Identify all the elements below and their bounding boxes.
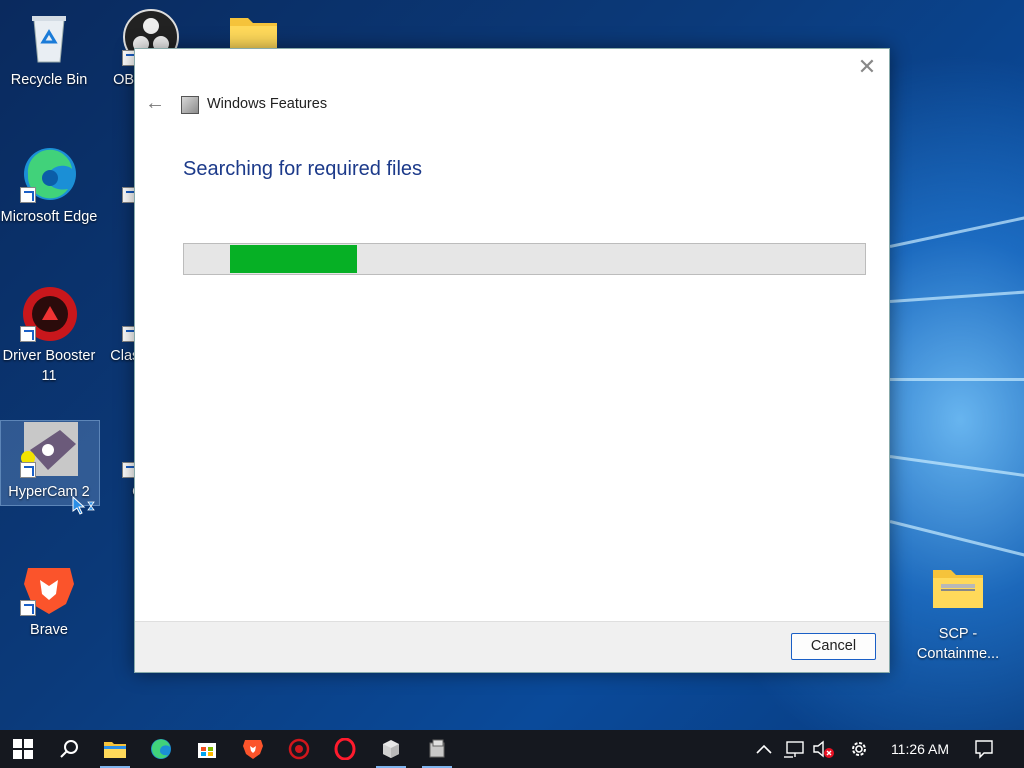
busy-cursor-icon	[72, 496, 95, 515]
search-icon	[60, 740, 78, 758]
desktop-icon-brave[interactable]: Brave	[0, 558, 98, 640]
gear-icon	[852, 742, 866, 756]
microsoft-store-icon	[198, 743, 216, 758]
brave-icon	[243, 740, 263, 759]
chevron-up-icon	[756, 744, 772, 754]
taskbar-cube-app[interactable]	[368, 730, 414, 768]
wallpaper-beam	[890, 378, 1024, 381]
back-arrow-icon[interactable]: ←	[145, 93, 165, 113]
shortcut-arrow-icon	[20, 462, 36, 478]
wallpaper-beam	[889, 215, 1024, 248]
taskbar: 11:26 AM	[0, 730, 1024, 768]
desktop-icon-label: Microsoft Edge	[0, 209, 98, 225]
dialog-footer: Cancel	[135, 621, 889, 672]
edge-icon	[20, 145, 78, 203]
desktop-icon-label: Brave	[30, 622, 68, 638]
windows-logo-icon	[13, 739, 33, 759]
desktop-icon-label: Driver Booster 11	[2, 348, 96, 384]
settings-button[interactable]	[844, 730, 874, 768]
recycle-bin-icon	[20, 8, 78, 66]
driver-booster-icon	[20, 284, 78, 342]
desktop-icon-driver-booster[interactable]: Driver Booster 11	[0, 284, 98, 386]
network-icon	[784, 741, 804, 758]
zip-folder-icon	[929, 562, 987, 620]
edge-icon	[151, 739, 171, 759]
driver-booster-icon	[288, 738, 310, 760]
wallpaper-beam	[889, 520, 1024, 557]
wallpaper-beam	[889, 455, 1024, 478]
taskbar-file-explorer[interactable]	[92, 730, 138, 768]
progress-fill	[230, 245, 357, 273]
brave-icon	[20, 558, 78, 616]
opera-icon	[334, 738, 356, 760]
dialog-title: Windows Features	[207, 96, 328, 112]
taskbar-edge[interactable]	[138, 730, 184, 768]
start-button[interactable]	[0, 730, 46, 768]
desktop-icon-label: SCP - Containme...	[916, 626, 1000, 662]
taskbar-microsoft-store[interactable]	[184, 730, 230, 768]
shortcut-arrow-icon	[20, 326, 36, 342]
windows-features-icon	[429, 739, 445, 758]
network-button[interactable]	[780, 730, 808, 768]
shortcut-arrow-icon	[20, 187, 36, 203]
windows-features-dialog: ✕ ← Windows Features Searching for requi…	[134, 48, 890, 673]
taskbar-brave[interactable]	[230, 730, 276, 768]
clock[interactable]: 11:26 AM	[880, 730, 960, 768]
desktop-icon-label: Recycle Bin	[10, 72, 88, 88]
cancel-button[interactable]: Cancel	[791, 633, 876, 660]
shortcut-arrow-icon	[20, 600, 36, 616]
notification-icon	[975, 740, 993, 759]
show-hidden-icons-button[interactable]	[752, 730, 776, 768]
desktop-icon-hypercam[interactable]: HyperCam 2	[0, 420, 98, 502]
file-explorer-icon	[104, 742, 126, 758]
desktop-icon-recycle-bin[interactable]: Recycle Bin	[0, 8, 98, 90]
taskbar-driver-booster[interactable]	[276, 730, 322, 768]
wallpaper-beam	[889, 290, 1024, 303]
cube-app-icon	[383, 740, 399, 758]
search-button[interactable]	[46, 730, 92, 768]
close-icon[interactable]: ✕	[857, 56, 877, 78]
taskbar-windows-features[interactable]	[414, 730, 460, 768]
desktop-icon-scp[interactable]: SCP - Containme...	[909, 562, 1007, 664]
windows-features-icon	[181, 96, 199, 114]
taskbar-opera[interactable]	[322, 730, 368, 768]
volume-button[interactable]	[810, 730, 838, 768]
hypercam-icon	[20, 420, 78, 478]
desktop-icon-microsoft-edge[interactable]: Microsoft Edge	[0, 145, 98, 227]
volume-muted-icon	[813, 740, 834, 758]
status-heading: Searching for required files	[183, 158, 423, 180]
progress-bar	[183, 243, 866, 275]
notification-center-button[interactable]	[966, 730, 1002, 768]
